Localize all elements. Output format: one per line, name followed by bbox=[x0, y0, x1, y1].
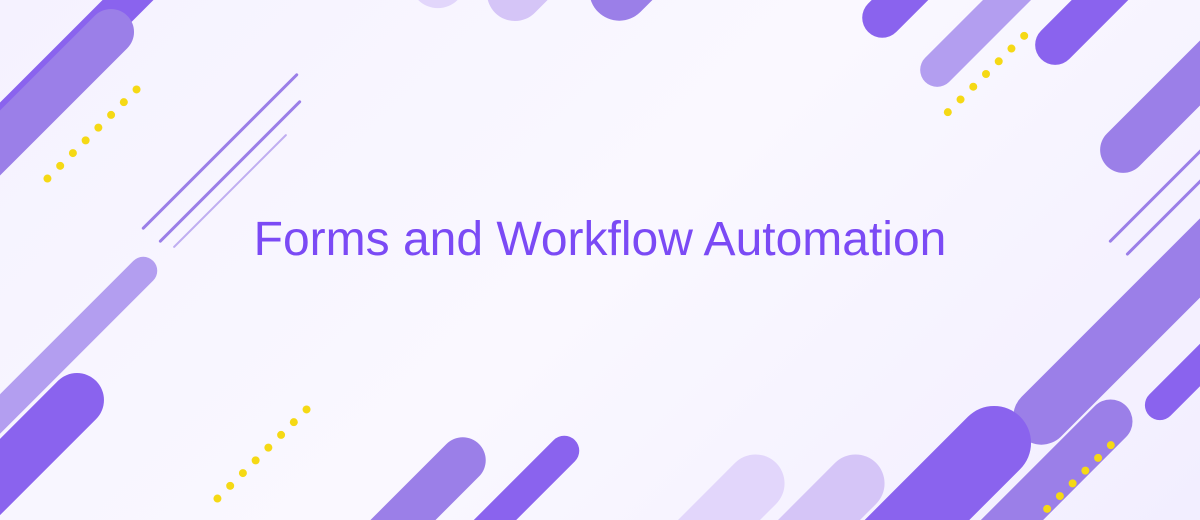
decorative-background bbox=[0, 0, 1200, 520]
dot-accent-icon bbox=[212, 404, 312, 504]
